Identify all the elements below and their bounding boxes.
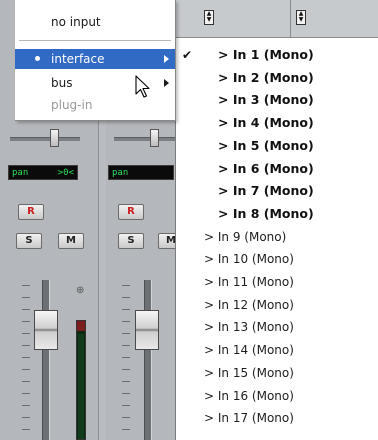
fader-scale bbox=[22, 285, 30, 440]
pan-slider-knob[interactable] bbox=[150, 129, 159, 147]
submenu-item-in-14[interactable]: > In 14 (Mono) bbox=[176, 339, 378, 361]
selected-bullet-icon bbox=[35, 56, 40, 61]
submenu-item-in-7[interactable]: > In 7 (Mono) bbox=[176, 180, 378, 202]
chevron-right-icon bbox=[164, 79, 169, 87]
clip-indicator bbox=[77, 321, 85, 331]
pan-slider-track bbox=[10, 137, 80, 141]
header-column-1[interactable]: ▲ ▼ bbox=[175, 0, 290, 37]
pan-value: >0< bbox=[57, 168, 74, 178]
volume-fader[interactable] bbox=[135, 310, 159, 350]
menu-item-label: no input bbox=[51, 15, 101, 29]
fader-track bbox=[42, 280, 50, 440]
pan-slider[interactable] bbox=[114, 128, 184, 148]
menu-item-no-input[interactable]: no input bbox=[15, 12, 175, 32]
submenu-item-label: > In 10 (Mono) bbox=[204, 252, 294, 267]
volume-fader[interactable] bbox=[34, 310, 58, 350]
submenu-item-label: > In 15 (Mono) bbox=[204, 365, 294, 380]
submenu-item-in-13[interactable]: > In 13 (Mono) bbox=[176, 316, 378, 338]
menu-item-label: plug-in bbox=[51, 98, 93, 112]
pan-display: pan bbox=[108, 165, 174, 180]
submenu-item-label: > In 7 (Mono) bbox=[218, 183, 314, 199]
submenu-item-label: > In 9 (Mono) bbox=[204, 229, 287, 244]
submenu-item-label: > In 16 (Mono) bbox=[204, 388, 294, 403]
record-button[interactable]: R bbox=[118, 204, 144, 220]
menu-item-label: interface bbox=[51, 52, 105, 66]
menu-item-label: bus bbox=[51, 76, 73, 90]
submenu-item-in-15[interactable]: > In 15 (Mono) bbox=[176, 362, 378, 384]
submenu-item-in-1[interactable]: ✔ > In 1 (Mono) bbox=[176, 44, 378, 66]
input-popup-menu: no input interface bus plug-in bbox=[15, 0, 176, 121]
submenu-item-label: > In 3 (Mono) bbox=[218, 92, 314, 108]
fader-track bbox=[144, 280, 152, 440]
submenu-item-in-2[interactable]: > In 2 (Mono) bbox=[176, 67, 378, 89]
fader-scale bbox=[122, 285, 130, 440]
submenu-item-in-17[interactable]: > In 17 (Mono) bbox=[176, 407, 378, 429]
submenu-item-in-5[interactable]: > In 5 (Mono) bbox=[176, 135, 378, 157]
submenu-item-in-10[interactable]: > In 10 (Mono) bbox=[176, 248, 378, 270]
submenu-item-label: > In 14 (Mono) bbox=[204, 343, 294, 358]
submenu-item-in-16[interactable]: > In 16 (Mono) bbox=[176, 385, 378, 407]
header-column-2[interactable]: ▲ ▼ bbox=[290, 0, 378, 37]
pan-display: pan >0< bbox=[8, 165, 78, 180]
submenu-item-in-4[interactable]: > In 4 (Mono) bbox=[176, 112, 378, 134]
submenu-item-label: > In 4 (Mono) bbox=[218, 115, 314, 131]
submenu-item-in-6[interactable]: > In 6 (Mono) bbox=[176, 158, 378, 180]
sort-arrows-icon[interactable]: ▲ ▼ bbox=[296, 10, 306, 25]
solo-button[interactable]: S bbox=[118, 233, 144, 249]
pan-label: pan bbox=[12, 168, 29, 178]
submenu-item-label: > In 17 (Mono) bbox=[204, 411, 294, 426]
screen: pan >0< R S M ⊕ pan R S M ▲ ▼ ▲ ▼ ✔ > In… bbox=[0, 0, 378, 440]
link-icon: ⊕ bbox=[76, 285, 85, 296]
pan-slider-track bbox=[114, 137, 184, 141]
submenu-item-label: > In 12 (Mono) bbox=[204, 297, 294, 312]
submenu-item-in-12[interactable]: > In 12 (Mono) bbox=[176, 294, 378, 316]
mute-button[interactable]: M bbox=[58, 233, 84, 249]
submenu-item-label: > In 11 (Mono) bbox=[204, 275, 294, 289]
submenu-item-label: > In 6 (Mono) bbox=[218, 160, 314, 176]
sort-arrows-icon[interactable]: ▲ ▼ bbox=[204, 10, 214, 25]
submenu-item-label: > In 1 (Mono) bbox=[218, 47, 314, 62]
submenu-item-in-11[interactable]: > In 11 (Mono) bbox=[176, 271, 378, 293]
submenu-item-label: > In 13 (Mono) bbox=[204, 320, 294, 335]
menu-item-interface[interactable]: interface bbox=[15, 49, 175, 69]
meter-fill bbox=[78, 334, 84, 439]
pan-slider-knob[interactable] bbox=[50, 129, 59, 147]
submenu-item-in-9[interactable]: > In 9 (Mono) bbox=[176, 226, 378, 248]
mouse-pointer-icon bbox=[135, 75, 150, 98]
solo-button[interactable]: S bbox=[16, 233, 42, 249]
submenu-item-in-8[interactable]: > In 8 (Mono) bbox=[176, 203, 378, 225]
submenu-item-label: > In 2 (Mono) bbox=[218, 69, 314, 85]
level-meter bbox=[76, 320, 86, 440]
input-submenu: ✔ > In 1 (Mono) > In 2 (Mono) > In 3 (Mono)… bbox=[175, 38, 378, 440]
submenu-item-label: > In 5 (Mono) bbox=[218, 137, 314, 153]
chevron-right-icon bbox=[164, 55, 169, 63]
record-button[interactable]: R bbox=[18, 204, 44, 220]
track-header-row: ▲ ▼ ▲ ▼ bbox=[175, 0, 378, 38]
menu-separator bbox=[19, 40, 171, 41]
submenu-item-label: > In 8 (Mono) bbox=[218, 205, 314, 221]
submenu-item-in-3[interactable]: > In 3 (Mono) bbox=[176, 89, 378, 111]
pan-label: pan bbox=[112, 168, 129, 178]
checkmark-icon: ✔ bbox=[182, 48, 193, 62]
pan-slider[interactable] bbox=[10, 128, 80, 148]
